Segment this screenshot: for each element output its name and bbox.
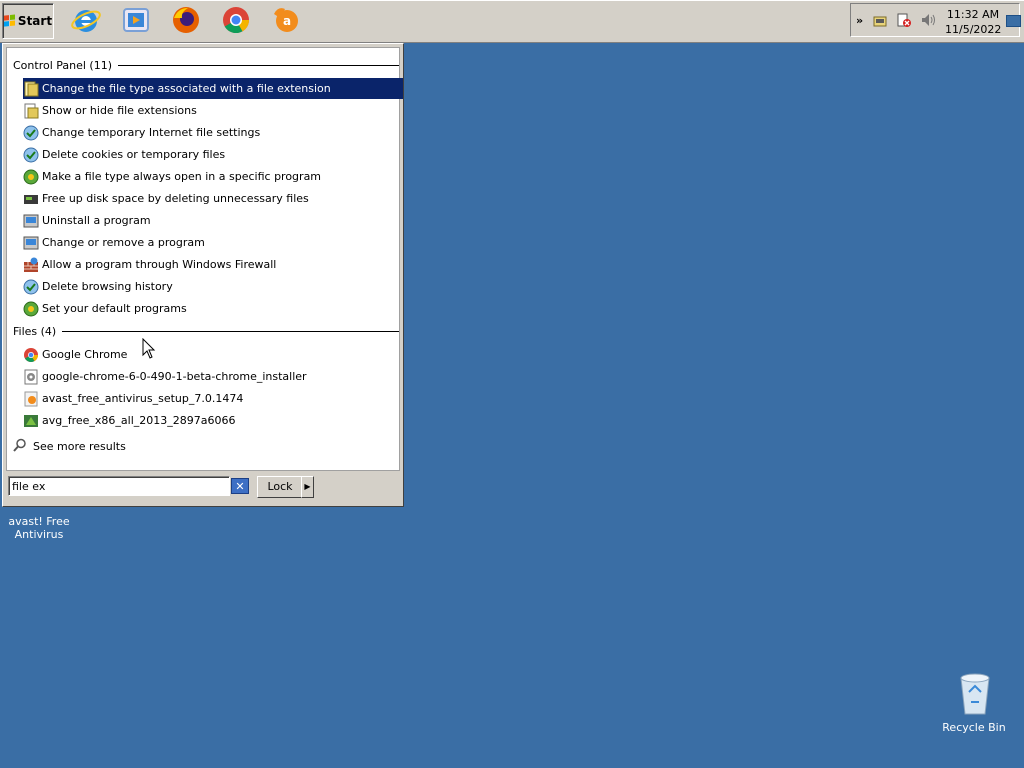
control-panel-group-header[interactable]: Control Panel (11) [13, 59, 399, 72]
result-allow-firewall[interactable]: Allow a program through Windows Firewall [23, 254, 403, 275]
result-label: Show or hide file extensions [42, 104, 197, 117]
media-player-icon[interactable] [120, 4, 152, 36]
files-header-label: Files (4) [13, 325, 57, 338]
start-search-input[interactable] [8, 476, 230, 496]
default-programs-icon [23, 301, 39, 317]
result-label: Uninstall a program [42, 214, 151, 227]
firefox-icon[interactable] [170, 4, 202, 36]
see-more-results-link[interactable]: See more results [13, 438, 126, 454]
result-default-programs[interactable]: Set your default programs [23, 298, 403, 319]
result-label: avast_free_antivirus_setup_7.0.1474 [42, 392, 244, 405]
result-label: google-chrome-6-0-490-1-beta-chrome_inst… [42, 370, 307, 383]
result-label: Google Chrome [42, 348, 128, 361]
result-show-hide-extensions[interactable]: Show or hide file extensions [23, 100, 403, 121]
avast-setup-icon [23, 391, 39, 407]
result-temp-internet-files[interactable]: Change temporary Internet file settings [23, 122, 403, 143]
volume-icon[interactable] [921, 13, 935, 27]
control-panel-header-label: Control Panel (11) [13, 59, 113, 72]
file-types-icon [23, 81, 39, 97]
programs-features-icon [23, 213, 39, 229]
result-change-remove-program[interactable]: Change or remove a program [23, 232, 403, 253]
svg-text:a: a [283, 14, 291, 28]
clock-time: 11:32 AM [946, 8, 1000, 21]
internet-options-icon [23, 147, 39, 163]
quick-launch: a [70, 4, 302, 36]
avast-desktop-label[interactable]: avast! Free Antivirus [4, 515, 74, 541]
chrome-icon [23, 347, 39, 363]
result-delete-browsing-history[interactable]: Delete browsing history [23, 276, 403, 297]
internet-explorer-icon[interactable] [70, 4, 102, 36]
result-label: Change temporary Internet file settings [42, 126, 261, 139]
security-alert-icon[interactable] [897, 13, 911, 27]
mouse-cursor-icon [142, 337, 156, 363]
result-free-disk-space[interactable]: Free up disk space by deleting unnecessa… [23, 188, 403, 209]
file-avast-setup[interactable]: avast_free_antivirus_setup_7.0.1474 [23, 388, 403, 409]
avast-icon[interactable]: a [270, 4, 302, 36]
power-options-arrow-icon[interactable]: ▶ [301, 476, 314, 498]
programs-features-icon [23, 235, 39, 251]
avast-label-line2: Antivirus [14, 528, 64, 541]
start-label: Start [17, 14, 53, 28]
internet-options-icon [23, 279, 39, 295]
clock-date: 11/5/2022 [945, 23, 1002, 36]
result-label: Change or remove a program [42, 236, 205, 249]
result-label: Allow a program through Windows Firewall [42, 258, 277, 271]
avg-setup-icon [23, 413, 39, 429]
files-group-header[interactable]: Files (4) [13, 325, 399, 338]
recycle-bin-icon[interactable] [955, 670, 995, 716]
show-hidden-icons-icon[interactable]: » [856, 14, 863, 27]
folder-options-icon [23, 103, 39, 119]
result-change-file-type[interactable]: Change the file type associated with a f… [23, 78, 403, 99]
result-label: Change the file type associated with a f… [42, 82, 331, 95]
firewall-icon [23, 257, 39, 273]
file-google-chrome[interactable]: Google Chrome [23, 344, 403, 365]
installer-file-icon [23, 369, 39, 385]
chrome-icon[interactable] [220, 4, 252, 36]
file-avg-free[interactable]: avg_free_x86_all_2013_2897a6066 [23, 410, 403, 431]
avast-label-line1: avast! Free [8, 515, 70, 528]
internet-options-icon [23, 125, 39, 141]
show-desktop-icon[interactable] [1006, 15, 1021, 27]
start-button[interactable]: Start [2, 3, 54, 39]
result-delete-cookies[interactable]: Delete cookies or temporary files [23, 144, 403, 165]
start-search-panel: Control Panel (11) Change the file type … [2, 43, 404, 507]
result-label: Set your default programs [42, 302, 187, 315]
file-chrome-installer[interactable]: google-chrome-6-0-490-1-beta-chrome_inst… [23, 366, 403, 387]
recycle-bin-label: Recycle Bin [942, 721, 1006, 734]
lock-button[interactable]: Lock [257, 476, 303, 498]
result-label: Free up disk space by deleting unnecessa… [42, 192, 309, 205]
windows-logo-icon [3, 14, 16, 27]
clear-search-button[interactable]: ✕ [231, 478, 249, 494]
result-label: avg_free_x86_all_2013_2897a6066 [42, 414, 236, 427]
system-tray: » 11:32 AM 11/5/2022 [850, 3, 1021, 37]
default-programs-icon [23, 169, 39, 185]
disk-cleanup-icon [23, 191, 39, 207]
clock[interactable]: 11:32 AM 11/5/2022 [945, 7, 1001, 37]
see-more-label: See more results [33, 439, 126, 453]
network-icon[interactable] [873, 13, 887, 27]
taskbar: Start a » 11:32 AM 11/5/2022 [0, 0, 1024, 43]
result-label: Delete browsing history [42, 280, 173, 293]
search-results: Control Panel (11) Change the file type … [6, 47, 403, 471]
result-label: Make a file type always open in a specif… [42, 170, 322, 183]
result-label: Delete cookies or temporary files [42, 148, 226, 161]
result-file-type-open[interactable]: Make a file type always open in a specif… [23, 166, 403, 187]
search-icon [13, 438, 29, 454]
result-uninstall-program[interactable]: Uninstall a program [23, 210, 403, 231]
